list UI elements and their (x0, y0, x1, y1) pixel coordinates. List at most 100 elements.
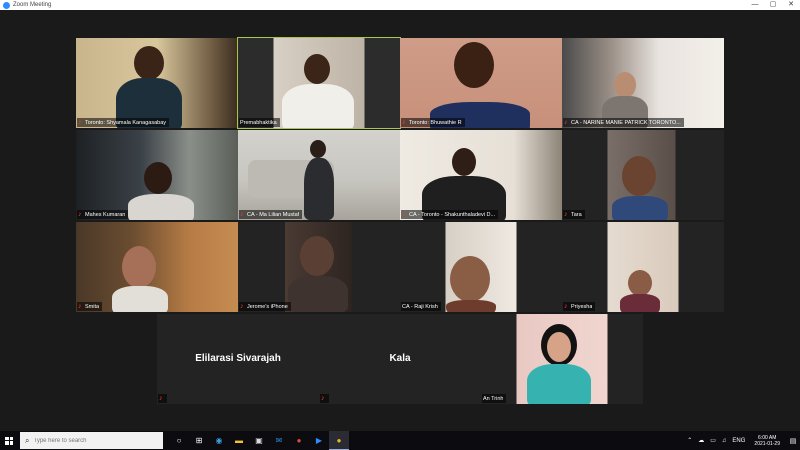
window-controls: — ▢ ✕ (746, 0, 800, 10)
video-gallery: ♪ Toronto: Shyamala Kanagasabay Premabha… (0, 10, 800, 430)
chevron-up-icon[interactable]: ⌃ (687, 437, 692, 444)
participant-head (628, 270, 652, 296)
mic-muted-icon: ♪ (564, 211, 568, 218)
video-tile[interactable]: ♪ Jerome's iPhone (238, 222, 400, 312)
video-tile[interactable]: ♪ Priyesha (562, 222, 724, 312)
mic-muted-icon: ♪ (78, 119, 82, 126)
participant-head (450, 256, 490, 302)
widgets-icon[interactable]: ⊞ (189, 431, 209, 450)
chrome-icon[interactable]: ● (289, 431, 309, 450)
participant-body (527, 364, 591, 404)
minimize-button[interactable]: — (746, 0, 764, 10)
participant-name-tag: ♪ (320, 394, 329, 403)
notification-icon[interactable]: ▤ (786, 431, 800, 450)
video-tile-camera-off[interactable]: Elilarasi Sivarajah ♪ (157, 314, 319, 404)
participant-name-tag: An Trinh (482, 394, 507, 403)
participant-head (134, 46, 164, 80)
video-tile-active-speaker[interactable]: Premabhaktika (237, 37, 401, 129)
chrome-active-icon[interactable]: ● (329, 431, 349, 450)
mic-muted-icon: ♪ (78, 211, 82, 218)
taskbar-search[interactable]: ⌕ (20, 432, 163, 449)
participant-head (304, 54, 330, 84)
participant-name-tag: Premabhaktika (239, 118, 280, 127)
participant-body (612, 196, 668, 220)
mic-muted-icon: ♪ (240, 211, 244, 218)
participant-body (282, 84, 354, 128)
cloud-icon[interactable]: ☁ (698, 437, 704, 444)
participant-head (622, 156, 656, 196)
video-tile[interactable]: ♪ Toronto: Shyamala Kanagasabay (76, 38, 238, 128)
participant-name-tag: ♪ CA - Toronto - Shakunthaladevi D... (401, 210, 499, 219)
video-tile[interactable]: ♪ CA - Toronto - Shakunthaladevi D... (400, 130, 562, 220)
participant-name-tag: ♪ CA - Ma Lilian Mustaf (239, 210, 303, 219)
task-view-icon[interactable]: ○ (169, 431, 189, 450)
participant-body (288, 276, 348, 312)
participant-name-tag: ♪ Toronto: Shyamala Kanagasabay (77, 118, 170, 127)
participant-head (454, 42, 494, 88)
mic-muted-icon: ♪ (402, 211, 406, 218)
video-tile[interactable]: ♪ Smita (76, 222, 238, 312)
participant-body (620, 294, 660, 312)
participant-name-tag: CA - Raji Krish (401, 302, 441, 311)
windows-taskbar: ⌕ ○ ⊞ ◉ ▬ ▣ ✉ ● ▶ ● ⌃ ☁ ▭ ♫ ENG 6:00 AM … (0, 431, 800, 450)
participant-name-tag: ♪ Tara (563, 210, 585, 219)
close-button[interactable]: ✕ (782, 0, 800, 10)
maximize-button[interactable]: ▢ (764, 0, 782, 10)
volume-icon[interactable]: ♫ (722, 438, 727, 444)
search-icon: ⌕ (25, 435, 30, 445)
mic-muted-icon: ♪ (159, 395, 163, 402)
language-indicator[interactable]: ENG (732, 438, 745, 444)
start-button[interactable] (0, 431, 18, 450)
network-icon[interactable]: ▭ (710, 437, 716, 444)
mail-icon[interactable]: ✉ (269, 431, 289, 450)
participant-head (144, 162, 172, 194)
participant-display-name: Elilarasi Sivarajah (195, 353, 281, 364)
zoom-logo-icon (3, 1, 10, 9)
participant-name-tag: ♪ Jerome's iPhone (239, 302, 291, 311)
participant-head (452, 148, 476, 176)
participant-body (128, 194, 194, 220)
video-tile-camera-off[interactable]: Kala ♪ (319, 314, 481, 404)
participant-head (122, 246, 156, 288)
participant-display-name: Kala (389, 353, 411, 364)
system-tray: ⌃ ☁ ▭ ♫ ENG 6:00 AM 2021-01-29 ▤ (684, 431, 800, 450)
mic-muted-icon: ♪ (321, 395, 325, 402)
mic-muted-icon: ♪ (240, 303, 244, 310)
participant-head (310, 140, 326, 158)
taskbar-clock[interactable]: 6:00 AM 2021-01-29 (754, 435, 780, 447)
store-icon[interactable]: ▣ (249, 431, 269, 450)
search-input[interactable] (33, 437, 154, 444)
window-title: Zoom Meeting (13, 2, 52, 8)
mic-muted-icon: ♪ (564, 303, 568, 310)
participant-body (304, 158, 334, 220)
participant-name-tag: ♪ Smita (77, 302, 103, 311)
mic-muted-icon: ♪ (564, 119, 568, 126)
video-tile[interactable]: ♪ Toronto: Bhuwathie R (400, 38, 562, 128)
taskbar-apps: ○ ⊞ ◉ ▬ ▣ ✉ ● ▶ ● (169, 431, 349, 450)
mic-muted-icon: ♪ (78, 303, 82, 310)
participant-name-tag: ♪ CA - NARINE MANIE PATRICK TORONTO... (563, 118, 684, 127)
clock-date: 2021-01-29 (754, 440, 780, 447)
clock-time: 6:00 AM (758, 434, 777, 441)
participant-body (446, 300, 496, 312)
edge-browser-icon[interactable]: ◉ (209, 431, 229, 450)
video-tile[interactable]: An Trinh (481, 314, 643, 404)
participant-head (614, 72, 636, 98)
zoom-app-icon[interactable]: ▶ (309, 431, 329, 450)
file-explorer-icon[interactable]: ▬ (229, 431, 249, 450)
participant-name-tag: ♪ (158, 394, 167, 403)
video-tile[interactable]: ♪ Tara (562, 130, 724, 220)
window-title-bar: Zoom Meeting — ▢ ✕ (0, 0, 800, 10)
video-tile[interactable]: ♪ Mahes Kumaran (76, 130, 238, 220)
windows-logo-icon (5, 436, 13, 445)
participant-name-tag: ♪ Toronto: Bhuwathie R (401, 118, 465, 127)
participant-head (300, 236, 334, 276)
participant-name-tag: ♪ Priyesha (563, 302, 596, 311)
participant-name-tag: ♪ Mahes Kumaran (77, 210, 129, 219)
mic-muted-icon: ♪ (402, 119, 406, 126)
participant-head (547, 332, 571, 362)
video-tile[interactable]: ♪ CA - Ma Lilian Mustaf (238, 130, 400, 220)
video-tile[interactable]: ♪ CA - NARINE MANIE PATRICK TORONTO... (562, 38, 724, 128)
participant-body (112, 286, 168, 312)
video-tile[interactable]: CA - Raji Krish (400, 222, 562, 312)
